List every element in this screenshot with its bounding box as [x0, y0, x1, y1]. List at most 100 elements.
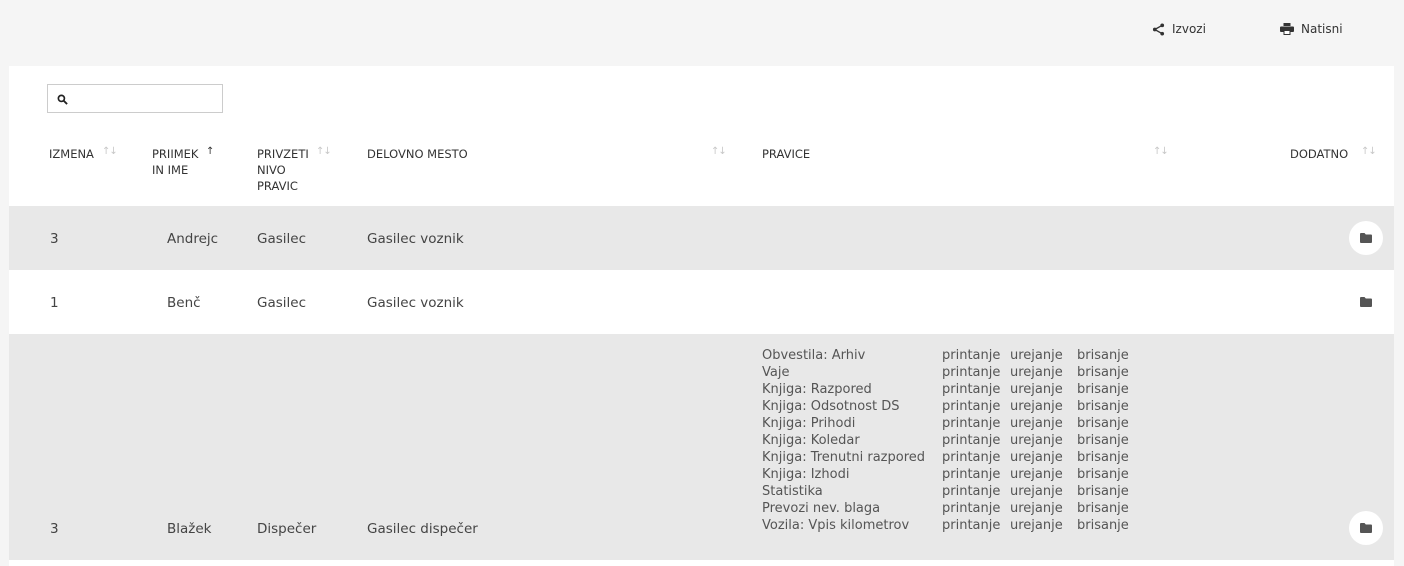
- permission-row: Knjiga: Odsotnost DS printanje urejanje bri…: [762, 398, 1137, 415]
- table-row[interactable]: 3 Blažek Dispečer Gasilec dispečer Obves…: [9, 334, 1394, 560]
- permission-name: Knjiga: Izhodi: [762, 467, 850, 482]
- permission-print: printanje: [942, 450, 1001, 465]
- header-label: NIVO: [257, 163, 286, 177]
- folder-button[interactable]: [1349, 221, 1383, 255]
- permission-row: Knjiga: Trenutni razpored printanje urejan…: [762, 449, 1137, 466]
- export-button[interactable]: Izvozi: [1152, 20, 1206, 38]
- header-delovno-mesto[interactable]: DELOVNO MESTO: [367, 146, 468, 162]
- folder-icon: [1360, 523, 1372, 533]
- sort-arrows-icon[interactable]: ↑↓: [1153, 146, 1169, 157]
- permission-edit: urejanje: [1010, 484, 1063, 499]
- permission-delete: brisanje: [1077, 382, 1129, 397]
- cell-nivo: Dispečer: [257, 521, 317, 537]
- sort-ascending-icon[interactable]: ↑: [206, 146, 214, 157]
- permission-print: printanje: [942, 416, 1001, 431]
- permission-name: Prevozi nev. blaga: [762, 501, 881, 516]
- table-row[interactable]: 1 Benč Gasilec Gasilec voznik: [9, 270, 1394, 334]
- permission-name: Vaje: [762, 365, 790, 380]
- permission-delete: brisanje: [1077, 450, 1129, 465]
- permission-edit: urejanje: [1010, 382, 1063, 397]
- permission-print: printanje: [942, 365, 1001, 380]
- permission-edit: urejanje: [1010, 365, 1063, 380]
- folder-icon: [1360, 233, 1372, 243]
- permission-delete: brisanje: [1077, 348, 1129, 363]
- permission-row: Vozila: Vpis kilometrov printanje urejanje…: [762, 517, 1137, 534]
- header-priimek[interactable]: PRIIMEK IN IME: [152, 146, 198, 178]
- permission-delete: brisanje: [1077, 365, 1129, 380]
- permission-edit: urejanje: [1010, 501, 1063, 516]
- permission-delete: brisanje: [1077, 399, 1129, 414]
- sort-arrows-icon[interactable]: ↑↓: [316, 146, 332, 157]
- permission-row: Knjiga: Prihodi printanje urejanje brisanje: [762, 415, 1137, 432]
- permission-delete: brisanje: [1077, 433, 1129, 448]
- header-label: PRAVIC: [257, 179, 298, 193]
- top-toolbar: Izvozi Natisni: [0, 0, 1404, 66]
- cell-name: Benč: [167, 295, 201, 311]
- sort-arrows-icon[interactable]: ↑↓: [1361, 146, 1377, 157]
- folder-button[interactable]: [1349, 511, 1383, 545]
- header-label: DELOVNO MESTO: [367, 147, 468, 161]
- permission-row: Knjiga: Razpored printanje urejanje brisanj…: [762, 381, 1137, 398]
- permissions-list: Obvestila: Arhiv printanje urejanje brisanj…: [762, 347, 1137, 534]
- permission-print: printanje: [942, 518, 1001, 533]
- permission-delete: brisanje: [1077, 518, 1129, 533]
- cell-nivo: Gasilec: [257, 231, 306, 247]
- header-dodatno[interactable]: DODATNO: [1290, 146, 1348, 162]
- permission-row: Knjiga: Izhodi printanje urejanje brisanje: [762, 466, 1137, 483]
- header-label: IN IME: [152, 163, 189, 177]
- permission-edit: urejanje: [1010, 399, 1063, 414]
- permission-edit: urejanje: [1010, 518, 1063, 533]
- print-label: Natisni: [1301, 22, 1343, 36]
- permission-name: Vozila: Vpis kilometrov: [762, 518, 910, 533]
- sort-arrows-icon[interactable]: ↑↓: [711, 146, 727, 157]
- permission-print: printanje: [942, 348, 1001, 363]
- permission-print: printanje: [942, 399, 1001, 414]
- search-input[interactable]: [47, 84, 223, 113]
- permission-print: printanje: [942, 382, 1001, 397]
- permission-name: Knjiga: Trenutni razpored: [762, 450, 926, 465]
- permission-edit: urejanje: [1010, 467, 1063, 482]
- share-icon: [1152, 22, 1165, 36]
- header-label: PRIIMEK: [152, 147, 199, 161]
- permission-row: Knjiga: Koledar printanje urejanje brisanje: [762, 432, 1137, 449]
- cell-delovno-mesto: Gasilec voznik: [367, 231, 464, 247]
- cell-izmena: 3: [50, 231, 59, 247]
- permission-name: Knjiga: Koledar: [762, 433, 860, 448]
- export-label: Izvozi: [1172, 22, 1206, 36]
- permission-print: printanje: [942, 501, 1001, 516]
- header-nivo[interactable]: PRIVZETI NIVO PRAVIC: [257, 146, 309, 194]
- table-row[interactable]: 3 Andrejc Gasilec Gasilec voznik: [9, 206, 1394, 270]
- permission-delete: brisanje: [1077, 484, 1129, 499]
- permission-name: Knjiga: Odsotnost DS: [762, 399, 900, 414]
- header-izmena[interactable]: IZMENA: [49, 146, 94, 162]
- permission-name: Statistika: [762, 484, 823, 499]
- permission-name: Knjiga: Prihodi: [762, 416, 856, 431]
- cell-delovno-mesto: Gasilec dispečer: [367, 521, 478, 537]
- permission-edit: urejanje: [1010, 416, 1063, 431]
- folder-button[interactable]: [1349, 285, 1383, 319]
- header-label: DODATNO: [1290, 147, 1349, 161]
- folder-icon: [1360, 297, 1372, 307]
- table-panel: IZMENA ↑↓ PRIIMEK IN IME ↑ PRIVZETI NIVO…: [9, 66, 1394, 566]
- header-pravice[interactable]: PRAVICE: [762, 146, 810, 162]
- permission-row: Statistika printanje urejanje brisanje: [762, 483, 1137, 500]
- permission-edit: urejanje: [1010, 433, 1063, 448]
- permission-name: Knjiga: Razpored: [762, 382, 872, 397]
- permission-row: Obvestila: Arhiv printanje urejanje brisanj…: [762, 347, 1137, 364]
- cell-name: Andrejc: [167, 231, 219, 247]
- permission-row: Vaje printanje urejanje brisanje: [762, 364, 1137, 381]
- cell-delovno-mesto: Gasilec voznik: [367, 295, 464, 311]
- sort-arrows-icon[interactable]: ↑↓: [102, 146, 118, 157]
- permission-name: Obvestila: Arhiv: [762, 348, 866, 363]
- permission-print: printanje: [942, 467, 1001, 482]
- print-button[interactable]: Natisni: [1280, 20, 1343, 38]
- cell-izmena: 1: [50, 295, 59, 311]
- permission-delete: brisanje: [1077, 501, 1129, 516]
- permission-print: printanje: [942, 433, 1001, 448]
- header-label: PRIVZETI: [257, 147, 309, 161]
- permission-edit: urejanje: [1010, 348, 1063, 363]
- permission-delete: brisanje: [1077, 467, 1129, 482]
- permission-delete: brisanje: [1077, 416, 1129, 431]
- permission-row: Prevozi nev. blaga printanje urejanje brisa…: [762, 500, 1137, 517]
- printer-icon: [1280, 23, 1294, 35]
